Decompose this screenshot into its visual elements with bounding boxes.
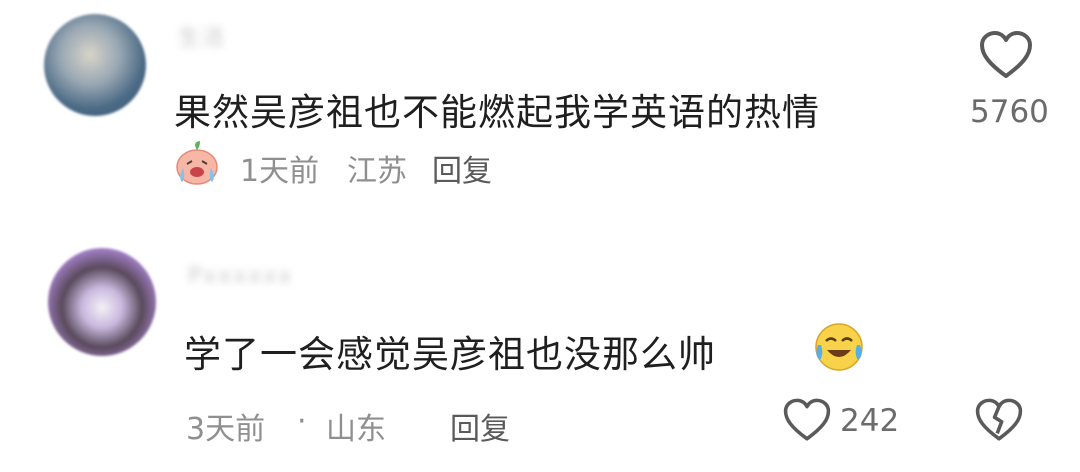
heart-outline-icon[interactable] (782, 397, 832, 443)
comment-time: 3天前 (186, 412, 266, 447)
like-count: 5760 (970, 94, 1049, 130)
heart-outline-icon[interactable] (978, 30, 1034, 80)
comment-text: 果然吴彦祖也不能燃起我学英语的热情 (174, 91, 820, 134)
comment-location: 江苏 (347, 154, 407, 189)
reply-button[interactable]: 回复 (432, 146, 492, 190)
comment-location: 山东 (326, 412, 386, 447)
avatar[interactable] (44, 14, 146, 116)
comment-time: 1天前 (240, 154, 320, 189)
meta-separator: · (297, 404, 307, 439)
like-count: 242 (840, 403, 900, 439)
reply-button[interactable]: 回复 (450, 404, 510, 448)
avatar[interactable] (48, 248, 156, 356)
tears-of-joy-emoji-icon (815, 323, 863, 371)
broken-heart-icon[interactable] (974, 397, 1024, 443)
comment-username[interactable]: 生活 (178, 20, 226, 52)
comment-username[interactable]: Pxxxxxx (188, 264, 293, 289)
comment-text: 学了一会感觉吴彦祖也没那么帅 (184, 333, 716, 376)
peach-crying-emoji-icon (176, 141, 218, 185)
